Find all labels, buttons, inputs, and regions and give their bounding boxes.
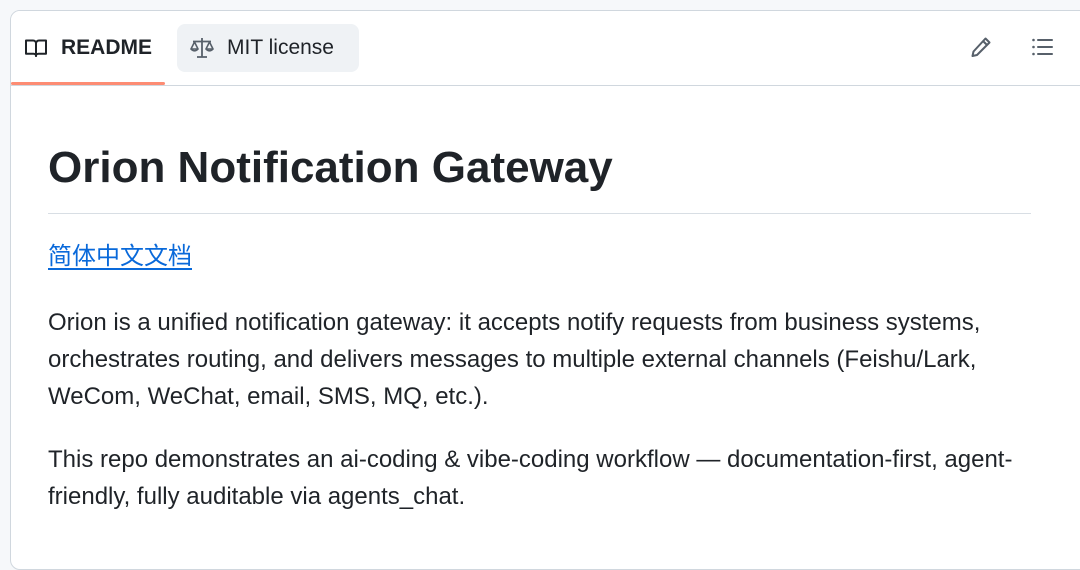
page-title: Orion Notification Gateway	[48, 143, 613, 192]
readme-panel: README MIT license Orion Notification Ga…	[10, 10, 1080, 570]
tab-license-label: MIT license	[227, 36, 334, 59]
title-divider	[48, 213, 1031, 214]
tab-license[interactable]: MIT license	[177, 24, 359, 72]
chinese-docs-link[interactable]: 简体中文文档	[48, 240, 192, 272]
tab-readme[interactable]: README	[11, 24, 165, 85]
list-unordered-icon	[1030, 35, 1054, 64]
outline-button[interactable]	[1025, 32, 1059, 66]
edit-file-button[interactable]	[964, 32, 998, 66]
book-icon	[23, 35, 49, 61]
tab-readme-label: README	[61, 36, 153, 59]
workflow-paragraph: This repo demonstrates an ai-coding & vi…	[48, 446, 1013, 510]
intro-paragraph: Orion is a unified notification gateway:…	[48, 309, 981, 410]
readme-tabbar: README MIT license	[11, 11, 1080, 86]
active-tab-underline	[11, 82, 165, 85]
pencil-icon	[969, 35, 993, 64]
law-scale-icon	[189, 35, 215, 61]
